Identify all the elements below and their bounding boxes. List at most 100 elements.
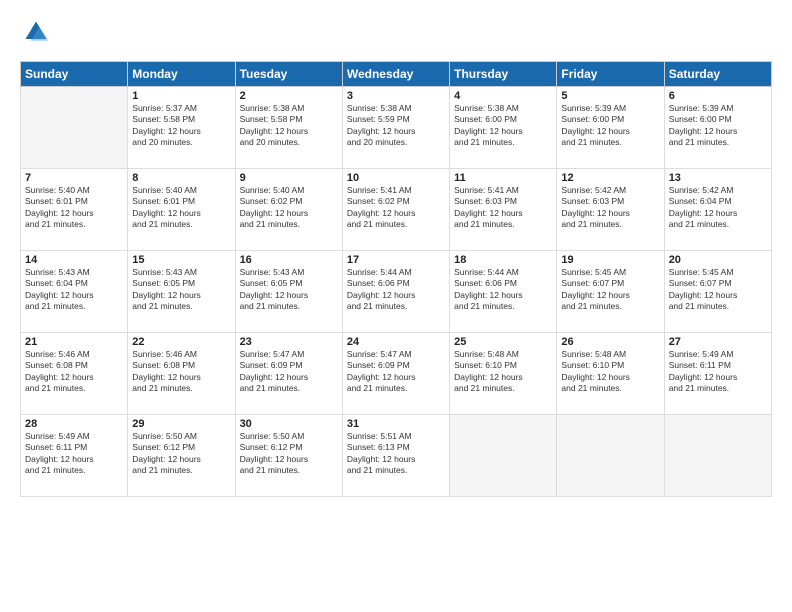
day-number: 31: [347, 418, 445, 430]
day-number: 8: [132, 172, 230, 184]
calendar-header-thursday: Thursday: [450, 62, 557, 87]
day-number: 2: [240, 90, 338, 102]
day-number: 17: [347, 254, 445, 266]
calendar-cell: [557, 415, 664, 497]
calendar-header-saturday: Saturday: [664, 62, 771, 87]
calendar-cell: 29Sunrise: 5:50 AM Sunset: 6:12 PM Dayli…: [128, 415, 235, 497]
day-number: 23: [240, 336, 338, 348]
calendar-cell: 20Sunrise: 5:45 AM Sunset: 6:07 PM Dayli…: [664, 251, 771, 333]
day-info: Sunrise: 5:43 AM Sunset: 6:05 PM Dayligh…: [132, 267, 230, 313]
day-info: Sunrise: 5:46 AM Sunset: 6:08 PM Dayligh…: [25, 349, 123, 395]
day-number: 14: [25, 254, 123, 266]
day-number: 20: [669, 254, 767, 266]
calendar-cell: 1Sunrise: 5:37 AM Sunset: 5:58 PM Daylig…: [128, 87, 235, 169]
day-info: Sunrise: 5:48 AM Sunset: 6:10 PM Dayligh…: [454, 349, 552, 395]
day-info: Sunrise: 5:42 AM Sunset: 6:03 PM Dayligh…: [561, 185, 659, 231]
calendar-header-sunday: Sunday: [21, 62, 128, 87]
day-info: Sunrise: 5:46 AM Sunset: 6:08 PM Dayligh…: [132, 349, 230, 395]
calendar-cell: 22Sunrise: 5:46 AM Sunset: 6:08 PM Dayli…: [128, 333, 235, 415]
day-info: Sunrise: 5:44 AM Sunset: 6:06 PM Dayligh…: [454, 267, 552, 313]
day-info: Sunrise: 5:51 AM Sunset: 6:13 PM Dayligh…: [347, 431, 445, 477]
day-number: 21: [25, 336, 123, 348]
calendar-cell: 16Sunrise: 5:43 AM Sunset: 6:05 PM Dayli…: [235, 251, 342, 333]
logo-icon: [22, 18, 50, 46]
day-number: 4: [454, 90, 552, 102]
logo: [20, 18, 52, 51]
calendar-header-monday: Monday: [128, 62, 235, 87]
day-info: Sunrise: 5:41 AM Sunset: 6:03 PM Dayligh…: [454, 185, 552, 231]
day-number: 29: [132, 418, 230, 430]
calendar-cell: 31Sunrise: 5:51 AM Sunset: 6:13 PM Dayli…: [342, 415, 449, 497]
day-info: Sunrise: 5:50 AM Sunset: 6:12 PM Dayligh…: [240, 431, 338, 477]
calendar-week-row: 21Sunrise: 5:46 AM Sunset: 6:08 PM Dayli…: [21, 333, 772, 415]
day-info: Sunrise: 5:39 AM Sunset: 6:00 PM Dayligh…: [561, 103, 659, 149]
day-number: 13: [669, 172, 767, 184]
calendar-table: SundayMondayTuesdayWednesdayThursdayFrid…: [20, 61, 772, 497]
calendar-cell: 8Sunrise: 5:40 AM Sunset: 6:01 PM Daylig…: [128, 169, 235, 251]
day-info: Sunrise: 5:42 AM Sunset: 6:04 PM Dayligh…: [669, 185, 767, 231]
calendar-header-wednesday: Wednesday: [342, 62, 449, 87]
day-info: Sunrise: 5:45 AM Sunset: 6:07 PM Dayligh…: [669, 267, 767, 313]
calendar-cell: 12Sunrise: 5:42 AM Sunset: 6:03 PM Dayli…: [557, 169, 664, 251]
day-info: Sunrise: 5:40 AM Sunset: 6:02 PM Dayligh…: [240, 185, 338, 231]
day-number: 6: [669, 90, 767, 102]
calendar-cell: 7Sunrise: 5:40 AM Sunset: 6:01 PM Daylig…: [21, 169, 128, 251]
day-number: 26: [561, 336, 659, 348]
day-info: Sunrise: 5:41 AM Sunset: 6:02 PM Dayligh…: [347, 185, 445, 231]
calendar-header-row: SundayMondayTuesdayWednesdayThursdayFrid…: [21, 62, 772, 87]
calendar-cell: 11Sunrise: 5:41 AM Sunset: 6:03 PM Dayli…: [450, 169, 557, 251]
calendar-cell: 30Sunrise: 5:50 AM Sunset: 6:12 PM Dayli…: [235, 415, 342, 497]
header: [20, 18, 772, 51]
calendar-cell: 28Sunrise: 5:49 AM Sunset: 6:11 PM Dayli…: [21, 415, 128, 497]
day-number: 3: [347, 90, 445, 102]
day-number: 1: [132, 90, 230, 102]
day-info: Sunrise: 5:40 AM Sunset: 6:01 PM Dayligh…: [25, 185, 123, 231]
calendar-cell: 19Sunrise: 5:45 AM Sunset: 6:07 PM Dayli…: [557, 251, 664, 333]
day-number: 11: [454, 172, 552, 184]
day-info: Sunrise: 5:47 AM Sunset: 6:09 PM Dayligh…: [240, 349, 338, 395]
calendar-cell: 27Sunrise: 5:49 AM Sunset: 6:11 PM Dayli…: [664, 333, 771, 415]
calendar-cell: 4Sunrise: 5:38 AM Sunset: 6:00 PM Daylig…: [450, 87, 557, 169]
day-number: 27: [669, 336, 767, 348]
day-number: 22: [132, 336, 230, 348]
day-number: 16: [240, 254, 338, 266]
day-number: 9: [240, 172, 338, 184]
day-info: Sunrise: 5:43 AM Sunset: 6:04 PM Dayligh…: [25, 267, 123, 313]
calendar-cell: 5Sunrise: 5:39 AM Sunset: 6:00 PM Daylig…: [557, 87, 664, 169]
day-number: 18: [454, 254, 552, 266]
day-info: Sunrise: 5:49 AM Sunset: 6:11 PM Dayligh…: [669, 349, 767, 395]
day-number: 15: [132, 254, 230, 266]
calendar-cell: 26Sunrise: 5:48 AM Sunset: 6:10 PM Dayli…: [557, 333, 664, 415]
day-number: 24: [347, 336, 445, 348]
day-info: Sunrise: 5:38 AM Sunset: 6:00 PM Dayligh…: [454, 103, 552, 149]
calendar-cell: 3Sunrise: 5:38 AM Sunset: 5:59 PM Daylig…: [342, 87, 449, 169]
calendar-cell: [664, 415, 771, 497]
calendar-cell: 14Sunrise: 5:43 AM Sunset: 6:04 PM Dayli…: [21, 251, 128, 333]
calendar-cell: [21, 87, 128, 169]
calendar-cell: 15Sunrise: 5:43 AM Sunset: 6:05 PM Dayli…: [128, 251, 235, 333]
day-info: Sunrise: 5:43 AM Sunset: 6:05 PM Dayligh…: [240, 267, 338, 313]
calendar-cell: 10Sunrise: 5:41 AM Sunset: 6:02 PM Dayli…: [342, 169, 449, 251]
day-info: Sunrise: 5:48 AM Sunset: 6:10 PM Dayligh…: [561, 349, 659, 395]
page: SundayMondayTuesdayWednesdayThursdayFrid…: [0, 0, 792, 612]
day-number: 30: [240, 418, 338, 430]
calendar-week-row: 14Sunrise: 5:43 AM Sunset: 6:04 PM Dayli…: [21, 251, 772, 333]
day-info: Sunrise: 5:45 AM Sunset: 6:07 PM Dayligh…: [561, 267, 659, 313]
day-info: Sunrise: 5:50 AM Sunset: 6:12 PM Dayligh…: [132, 431, 230, 477]
calendar-cell: 21Sunrise: 5:46 AM Sunset: 6:08 PM Dayli…: [21, 333, 128, 415]
calendar-cell: 23Sunrise: 5:47 AM Sunset: 6:09 PM Dayli…: [235, 333, 342, 415]
calendar-cell: 25Sunrise: 5:48 AM Sunset: 6:10 PM Dayli…: [450, 333, 557, 415]
day-info: Sunrise: 5:49 AM Sunset: 6:11 PM Dayligh…: [25, 431, 123, 477]
calendar-header-tuesday: Tuesday: [235, 62, 342, 87]
day-number: 7: [25, 172, 123, 184]
calendar-week-row: 7Sunrise: 5:40 AM Sunset: 6:01 PM Daylig…: [21, 169, 772, 251]
calendar-cell: 24Sunrise: 5:47 AM Sunset: 6:09 PM Dayli…: [342, 333, 449, 415]
day-info: Sunrise: 5:39 AM Sunset: 6:00 PM Dayligh…: [669, 103, 767, 149]
calendar-cell: 9Sunrise: 5:40 AM Sunset: 6:02 PM Daylig…: [235, 169, 342, 251]
day-info: Sunrise: 5:38 AM Sunset: 5:58 PM Dayligh…: [240, 103, 338, 149]
day-info: Sunrise: 5:38 AM Sunset: 5:59 PM Dayligh…: [347, 103, 445, 149]
calendar-header-friday: Friday: [557, 62, 664, 87]
calendar-cell: 2Sunrise: 5:38 AM Sunset: 5:58 PM Daylig…: [235, 87, 342, 169]
day-info: Sunrise: 5:47 AM Sunset: 6:09 PM Dayligh…: [347, 349, 445, 395]
day-info: Sunrise: 5:44 AM Sunset: 6:06 PM Dayligh…: [347, 267, 445, 313]
